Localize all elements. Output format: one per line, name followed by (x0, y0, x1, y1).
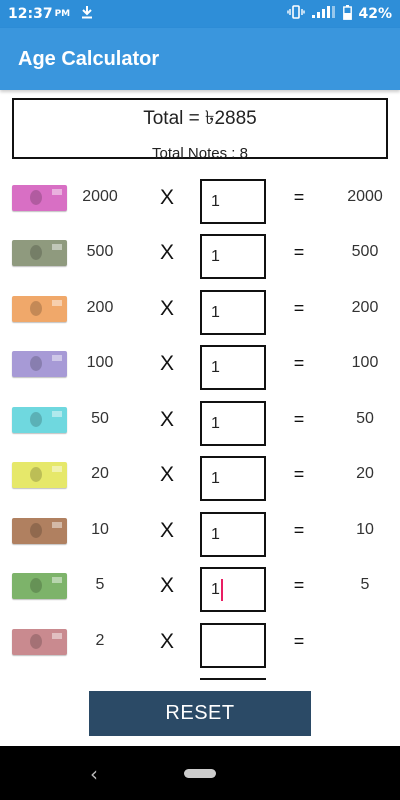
reset-button[interactable]: RESET (89, 691, 311, 736)
equals-sign: = (293, 631, 305, 651)
denomination-value: 5 (95, 576, 105, 593)
row-amount: 200 (351, 299, 379, 316)
banknote-100-image (12, 351, 67, 377)
quantity-input[interactable]: 1 (200, 290, 266, 335)
total-summary-box: Total = ৳2885 Total Notes : 8 (12, 98, 388, 162)
back-icon[interactable]: ‹ (90, 762, 98, 786)
quantity-input[interactable]: 1 (200, 234, 266, 279)
row-amount: 10 (356, 521, 374, 538)
multiply-sign: X (159, 297, 174, 320)
total-amount: Total = ৳2885 (143, 108, 257, 129)
signal-icon (311, 5, 337, 23)
vibrate-icon (287, 5, 306, 23)
quantity-value: 1 (211, 581, 220, 598)
equals-sign: = (293, 520, 305, 540)
denomination-row-100: 100 X 1 = 100 (0, 339, 400, 390)
denomination-row-20: 20 X 1 = 20 (0, 450, 400, 501)
denomination-row-2000: 2000 X 1 = 2000 (0, 173, 400, 224)
denomination-value: 500 (86, 243, 114, 260)
quantity-input[interactable] (200, 623, 266, 668)
status-right: 42% (287, 4, 392, 24)
denomination-value: 200 (86, 299, 114, 316)
quantity-input[interactable]: 1 (200, 456, 266, 501)
equals-sign: = (293, 298, 305, 318)
quantity-input[interactable]: 1 (200, 179, 266, 224)
status-time: 12:37 (8, 6, 53, 22)
total-notes: Total Notes : 8 (152, 145, 248, 162)
row-amount: 500 (351, 243, 379, 260)
multiply-sign: X (159, 630, 174, 653)
download-icon (80, 5, 94, 23)
banknote-5-image (12, 573, 67, 599)
status-ampm: PM (54, 9, 71, 19)
denomination-row-10: 10 X 1 = 10 (0, 506, 400, 557)
row-amount: 5 (360, 576, 370, 593)
multiply-sign: X (159, 574, 174, 597)
multiply-sign: X (159, 519, 174, 542)
app-bar: Age Calculator (0, 28, 400, 90)
quantity-input[interactable] (200, 678, 266, 680)
quantity-input-focused[interactable]: 1 (200, 567, 266, 612)
battery-percent: 42% (358, 6, 392, 22)
multiply-sign: X (159, 241, 174, 264)
banknote-2-image (12, 629, 67, 655)
denomination-value: 2000 (82, 188, 118, 205)
denomination-row-500: 500 X 1 = 500 (0, 228, 400, 279)
banknote-20-image (12, 462, 67, 488)
app-title: Age Calculator (18, 47, 160, 70)
multiply-sign: X (159, 408, 174, 431)
row-amount: 100 (351, 354, 379, 371)
home-icon[interactable] (184, 769, 216, 778)
banknote-50-image (12, 407, 67, 433)
status-bar: 12:37 PM 42% (0, 0, 400, 28)
system-navigation-bar: ‹ (0, 746, 400, 800)
denomination-value: 2 (95, 632, 105, 649)
denomination-row-5: 5 X 1 = 5 (0, 561, 400, 612)
denomination-row-200: 200 X 1 = 200 (0, 284, 400, 335)
denomination-value: 20 (91, 465, 109, 482)
banknote-10-image (12, 518, 67, 544)
equals-sign: = (293, 409, 305, 429)
denomination-row-2: 2 X = (0, 617, 400, 668)
denomination-value: 10 (91, 521, 109, 538)
quantity-input[interactable]: 1 (200, 401, 266, 446)
battery-icon (343, 4, 353, 24)
equals-sign: = (293, 242, 305, 262)
equals-sign: = (293, 464, 305, 484)
equals-sign: = (293, 353, 305, 373)
row-amount: 2000 (347, 188, 383, 205)
multiply-sign: X (159, 463, 174, 486)
denomination-row-50: 50 X 1 = 50 (0, 395, 400, 446)
quantity-input[interactable]: 1 (200, 512, 266, 557)
denomination-row-partial (0, 672, 400, 680)
banknote-2000-image (12, 185, 67, 211)
denomination-value: 50 (91, 410, 109, 427)
denomination-list[interactable]: 2000 X 1 = 2000 500 X 1 = 500 200 X 1 = … (0, 170, 400, 680)
text-cursor (220, 578, 223, 601)
multiply-sign: X (159, 352, 174, 375)
banknote-200-image (12, 296, 67, 322)
equals-sign: = (293, 575, 305, 595)
banknote-500-image (12, 240, 67, 266)
row-amount: 20 (356, 465, 374, 482)
denomination-value: 100 (86, 354, 114, 371)
quantity-input[interactable]: 1 (200, 345, 266, 390)
row-amount: 50 (356, 410, 374, 427)
equals-sign: = (293, 187, 305, 207)
multiply-sign: X (159, 186, 174, 209)
